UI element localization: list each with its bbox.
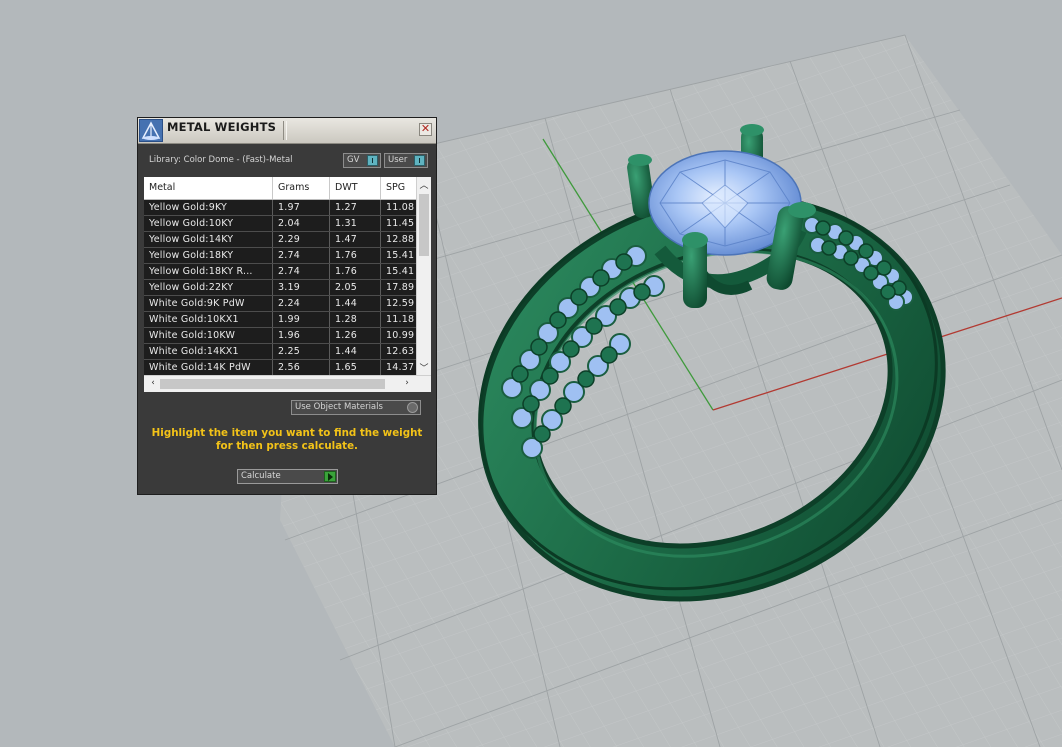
dwt-cell: 2.05 [330, 280, 381, 295]
dwt-cell: 1.27 [330, 200, 381, 215]
grams-cell: 1.97 [273, 200, 330, 215]
table-row[interactable]: Yellow Gold:22KY 3.19 2.05 17.89 [144, 280, 416, 296]
radio-icon [407, 402, 418, 413]
gv-toggle-label: GV [347, 155, 360, 165]
metal-cell: Yellow Gold:18KY R... [144, 264, 273, 279]
user-toggle[interactable]: User [384, 153, 428, 168]
horizontal-scrollbar[interactable]: ‹ › [144, 375, 431, 392]
user-toggle-label: User [388, 155, 408, 165]
grams-cell: 1.99 [273, 312, 330, 327]
close-icon[interactable]: ✕ [419, 123, 432, 136]
scroll-up-icon[interactable]: ︿ [417, 178, 431, 191]
spg-cell: 11.45 [386, 218, 415, 229]
metal-weights-panel: METAL WEIGHTS ✕ Library: Color Dome - (F… [137, 117, 437, 495]
panel-titlebar[interactable]: METAL WEIGHTS ✕ [138, 118, 436, 144]
grams-cell: 2.24 [273, 296, 330, 311]
dwt-cell: 1.28 [330, 312, 381, 327]
metal-cell: White Gold:10KW [144, 328, 273, 343]
use-object-materials-toggle[interactable]: Use Object Materials [291, 400, 421, 415]
grams-cell: 2.29 [273, 232, 330, 247]
dwt-cell: 1.26 [330, 328, 381, 343]
spg-cell: 12.88 [386, 234, 415, 245]
dwt-cell: 1.31 [330, 216, 381, 231]
dwt-cell: 1.47 [330, 232, 381, 247]
dwt-cell: 1.65 [330, 360, 381, 375]
vertical-scrollbar[interactable]: ︿ ﹀ [416, 177, 431, 375]
spg-cell: 15.41 [386, 266, 415, 277]
table-row[interactable]: Yellow Gold:18KY R... 2.74 1.76 15.41 [144, 264, 416, 280]
metal-weights-table: Metal Grams DWT SPG Yellow Gold:9KY 1.97… [144, 177, 431, 392]
metal-cell: Yellow Gold:10KY [144, 216, 273, 231]
scroll-right-icon[interactable]: › [400, 378, 414, 388]
scroll-down-icon[interactable]: ﹀ [417, 361, 431, 374]
table-row[interactable]: White Gold:14KX1 2.25 1.44 12.63 [144, 344, 416, 360]
spg-cell: 14.37 [386, 362, 415, 373]
spg-cell: 17.89 [386, 282, 415, 293]
table-header: Metal Grams DWT SPG [144, 177, 416, 200]
metal-cell: White Gold:14K PdW [144, 360, 273, 375]
metal-cell: Yellow Gold:22KY [144, 280, 273, 295]
scale-icon [139, 119, 163, 142]
gv-toggle[interactable]: GV [343, 153, 381, 168]
table-row[interactable]: Yellow Gold:9KY 1.97 1.27 11.08 [144, 200, 416, 216]
metal-cell: White Gold:14KX1 [144, 344, 273, 359]
library-label: Library: Color Dome - (Fast)-Metal [149, 155, 293, 165]
calculate-button[interactable]: Calculate [237, 469, 338, 484]
metal-cell: Yellow Gold:14KY [144, 232, 273, 247]
table-row[interactable]: White Gold:10KX1 1.99 1.28 11.18 [144, 312, 416, 328]
metal-cell: White Gold:9K PdW [144, 296, 273, 311]
spg-cell: 11.08 [386, 202, 415, 213]
grams-cell: 2.56 [273, 360, 330, 375]
vertical-scroll-thumb[interactable] [419, 194, 429, 256]
spg-cell: 12.63 [386, 346, 415, 357]
toggle-switch-icon [367, 155, 378, 166]
grams-cell: 2.74 [273, 248, 330, 263]
spg-cell: 12.59 [386, 298, 415, 309]
use-object-materials-label: Use Object Materials [295, 402, 383, 412]
title-divider [283, 121, 287, 140]
metal-cell: Yellow Gold:9KY [144, 200, 273, 215]
horizontal-scroll-thumb[interactable] [160, 379, 385, 389]
table-row[interactable]: Yellow Gold:14KY 2.29 1.47 12.88 [144, 232, 416, 248]
scroll-left-icon[interactable]: ‹ [146, 378, 160, 388]
grams-cell: 2.04 [273, 216, 330, 231]
play-icon [324, 471, 336, 482]
dwt-cell: 1.44 [330, 296, 381, 311]
grams-cell: 2.74 [273, 264, 330, 279]
column-header-spg[interactable]: SPG [381, 177, 416, 199]
dwt-cell: 1.76 [330, 264, 381, 279]
metal-cell: White Gold:10KX1 [144, 312, 273, 327]
calculate-label: Calculate [241, 471, 281, 481]
dwt-cell: 1.44 [330, 344, 381, 359]
table-row[interactable]: Yellow Gold:18KY 2.74 1.76 15.41 [144, 248, 416, 264]
column-header-metal[interactable]: Metal [144, 177, 273, 199]
toggle-switch-icon [414, 155, 425, 166]
table-row[interactable]: White Gold:9K PdW 2.24 1.44 12.59 [144, 296, 416, 312]
grams-cell: 2.25 [273, 344, 330, 359]
table-row[interactable]: White Gold:14K PdW 2.56 1.65 14.37 [144, 360, 416, 376]
spg-cell: 10.99 [386, 330, 415, 341]
column-header-dwt[interactable]: DWT [330, 177, 381, 199]
spg-cell: 15.41 [386, 250, 415, 261]
grams-cell: 1.96 [273, 328, 330, 343]
table-row[interactable]: Yellow Gold:10KY 2.04 1.31 11.45 [144, 216, 416, 232]
grams-cell: 3.19 [273, 280, 330, 295]
instruction-text: Highlight the item you want to find the … [151, 427, 423, 452]
table-body: Yellow Gold:9KY 1.97 1.27 11.08 Yellow G… [144, 200, 416, 376]
panel-title: METAL WEIGHTS [167, 120, 277, 134]
column-header-grams[interactable]: Grams [273, 177, 330, 199]
table-row[interactable]: White Gold:10KW 1.96 1.26 10.99 [144, 328, 416, 344]
metal-cell: Yellow Gold:18KY [144, 248, 273, 263]
dwt-cell: 1.76 [330, 248, 381, 263]
spg-cell: 11.18 [386, 314, 415, 325]
